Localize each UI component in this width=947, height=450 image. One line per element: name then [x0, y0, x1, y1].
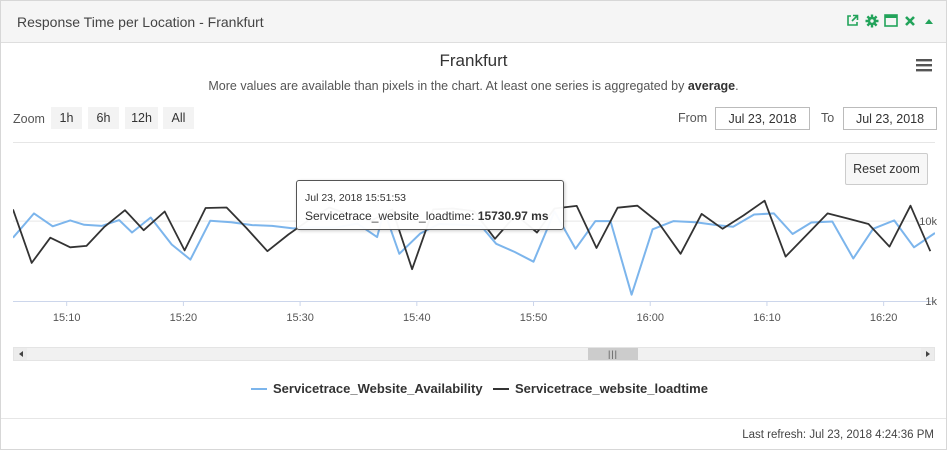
x-tick-label: 16:00	[636, 312, 664, 324]
reset-zoom-button[interactable]: Reset zoom	[845, 153, 928, 185]
chart-subtitle-text: More values are available than pixels in…	[208, 79, 688, 93]
x-tick-label: 15:30	[286, 312, 314, 324]
line-chart[interactable]: 15:10 15:20 15:30 15:40 15:50 16:00 16:10 16:20…	[1, 143, 946, 333]
legend-item-loadtime[interactable]: Servicetrace_website_loadtime	[493, 381, 708, 396]
chart-tooltip: Jul 23, 2018 15:51:53 Servicetrace_websi…	[296, 180, 564, 230]
legend-swatch-availability	[251, 387, 267, 390]
tooltip-series: Servicetrace_website_loadtime: 15730.97 …	[305, 209, 549, 223]
chart-subtitle-end: .	[735, 79, 739, 93]
legend-item-availability[interactable]: Servicetrace_Website_Availability	[251, 381, 483, 396]
chart-subtitle: More values are available than pixels in…	[1, 79, 946, 93]
scroll-left-arrow[interactable]	[14, 348, 27, 360]
from-date-input[interactable]	[715, 107, 810, 130]
legend-label-loadtime: Servicetrace_website_loadtime	[515, 381, 708, 396]
chart-scrollbar[interactable]: |||	[13, 347, 935, 361]
zoom-all-button[interactable]: All	[163, 107, 194, 129]
x-tick-label: 15:20	[170, 312, 198, 324]
maximize-icon[interactable]	[883, 13, 898, 28]
legend-label-availability: Servicetrace_Website_Availability	[273, 381, 483, 396]
y-tick-label: 1k	[925, 296, 937, 308]
chart-subtitle-bold: average	[687, 79, 736, 93]
tooltip-series-label: Servicetrace_website_loadtime:	[305, 209, 475, 223]
to-label: To	[821, 111, 835, 125]
chart-title: Frankfurt	[439, 51, 508, 70]
footer-divider	[1, 418, 946, 419]
zoom-label: Zoom	[13, 112, 45, 126]
zoom-1h-button[interactable]: 1h	[51, 107, 82, 129]
panel-header: Response Time per Location - Frankfurt	[1, 1, 946, 43]
gear-icon[interactable]	[864, 13, 879, 28]
panel-header-icons	[845, 13, 936, 28]
grip-icon: |||	[607, 349, 618, 359]
zoom-6h-button[interactable]: 6h	[88, 107, 119, 129]
y-tick-label: 10k	[919, 216, 937, 228]
tooltip-value: 15730.97 ms	[477, 209, 549, 223]
external-link-icon[interactable]	[845, 13, 860, 28]
x-tick-label: 15:50	[520, 312, 548, 324]
widget-panel: Response Time per Location - Frankfurt F…	[0, 0, 947, 450]
last-refresh-text: Last refresh: Jul 23, 2018 4:24:36 PM	[742, 429, 934, 441]
scroll-right-arrow[interactable]	[921, 348, 934, 360]
x-tick-label: 15:40	[403, 312, 431, 324]
from-label: From	[678, 111, 708, 125]
legend-swatch-loadtime	[493, 387, 509, 390]
x-tick-label: 16:10	[753, 312, 781, 324]
collapse-icon[interactable]	[921, 13, 936, 28]
chart-menu-icon[interactable]	[914, 56, 934, 74]
x-tick-label: 15:10	[53, 312, 81, 324]
panel-title: Response Time per Location - Frankfurt	[17, 14, 264, 30]
to-date-input[interactable]	[843, 107, 937, 130]
zoom-12h-button[interactable]: 12h	[125, 107, 158, 129]
close-icon[interactable]	[902, 13, 917, 28]
tooltip-time: Jul 23, 2018 15:51:53	[305, 192, 407, 204]
scroll-thumb[interactable]: |||	[588, 348, 638, 360]
x-tick-label: 16:20	[870, 312, 898, 324]
